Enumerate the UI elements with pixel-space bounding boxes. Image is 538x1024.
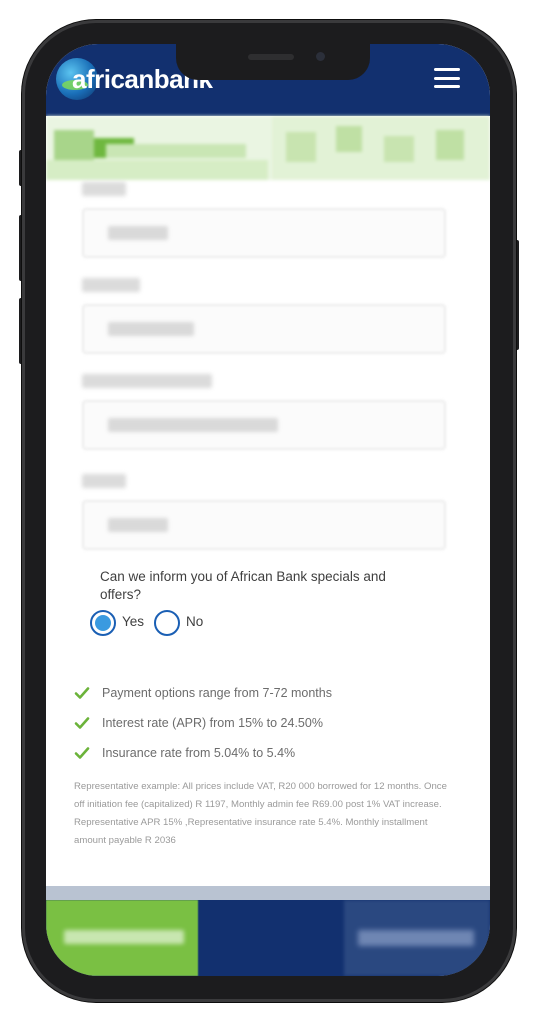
checkmark-icon — [74, 717, 90, 729]
text-input-redacted[interactable] — [82, 208, 446, 258]
text-input-redacted[interactable] — [82, 500, 446, 550]
marketing-consent-question: Can we inform you of African Bank specia… — [100, 569, 386, 602]
hamburger-icon-line — [434, 76, 460, 80]
no-radio-button[interactable] — [154, 610, 181, 636]
field-label-redacted — [82, 278, 140, 292]
loan-features-list: Payment options range from 7-72 months I… — [74, 678, 332, 768]
yes-radio-label[interactable]: Yes — [122, 614, 144, 629]
text-input-redacted[interactable] — [82, 304, 446, 354]
step-progress-strip-redacted — [46, 116, 490, 180]
primary-action-button-redacted[interactable] — [46, 900, 198, 976]
form-field-redacted — [82, 374, 446, 450]
form-field-redacted — [82, 278, 446, 354]
checkmark-icon — [74, 747, 90, 759]
hamburger-menu-button[interactable] — [434, 68, 460, 88]
bottom-action-bar — [46, 900, 490, 976]
form-field-redacted — [82, 182, 446, 258]
field-label-redacted — [82, 182, 126, 196]
field-value-redacted — [108, 418, 278, 432]
button-label-redacted — [358, 930, 474, 946]
footer-divider — [46, 886, 490, 900]
speaker-grille — [248, 54, 294, 60]
form-field-redacted — [82, 474, 446, 550]
notch — [176, 44, 370, 80]
hamburger-icon-line — [434, 85, 460, 88]
list-item: Insurance rate from 5.04% to 5.4% — [74, 738, 332, 768]
phone-screen: africanbank Can we inform you of African… — [46, 44, 490, 976]
no-radio-label[interactable]: No — [186, 614, 203, 629]
list-item: Payment options range from 7-72 months — [74, 678, 332, 708]
checkmark-icon — [74, 687, 90, 699]
field-value-redacted — [108, 518, 168, 532]
marketing-consent-options: Yes No — [90, 610, 213, 636]
front-camera — [316, 52, 325, 61]
yes-radio-button[interactable] — [90, 610, 116, 636]
list-item: Interest rate (APR) from 15% to 24.50% — [74, 708, 332, 738]
text-input-redacted[interactable] — [82, 400, 446, 450]
feature-text: Interest rate (APR) from 15% to 24.50% — [102, 716, 323, 730]
feature-text: Payment options range from 7-72 months — [102, 686, 332, 700]
button-label-redacted — [64, 930, 184, 944]
field-label-redacted — [82, 374, 212, 388]
feature-text: Insurance rate from 5.04% to 5.4% — [102, 746, 296, 760]
field-value-redacted — [108, 322, 194, 336]
field-value-redacted — [108, 226, 168, 240]
hamburger-icon-line — [434, 68, 460, 71]
representative-example-disclaimer: Representative example: All prices inclu… — [74, 781, 447, 846]
field-label-redacted — [82, 474, 126, 488]
secondary-action-button-redacted[interactable] — [344, 900, 490, 976]
